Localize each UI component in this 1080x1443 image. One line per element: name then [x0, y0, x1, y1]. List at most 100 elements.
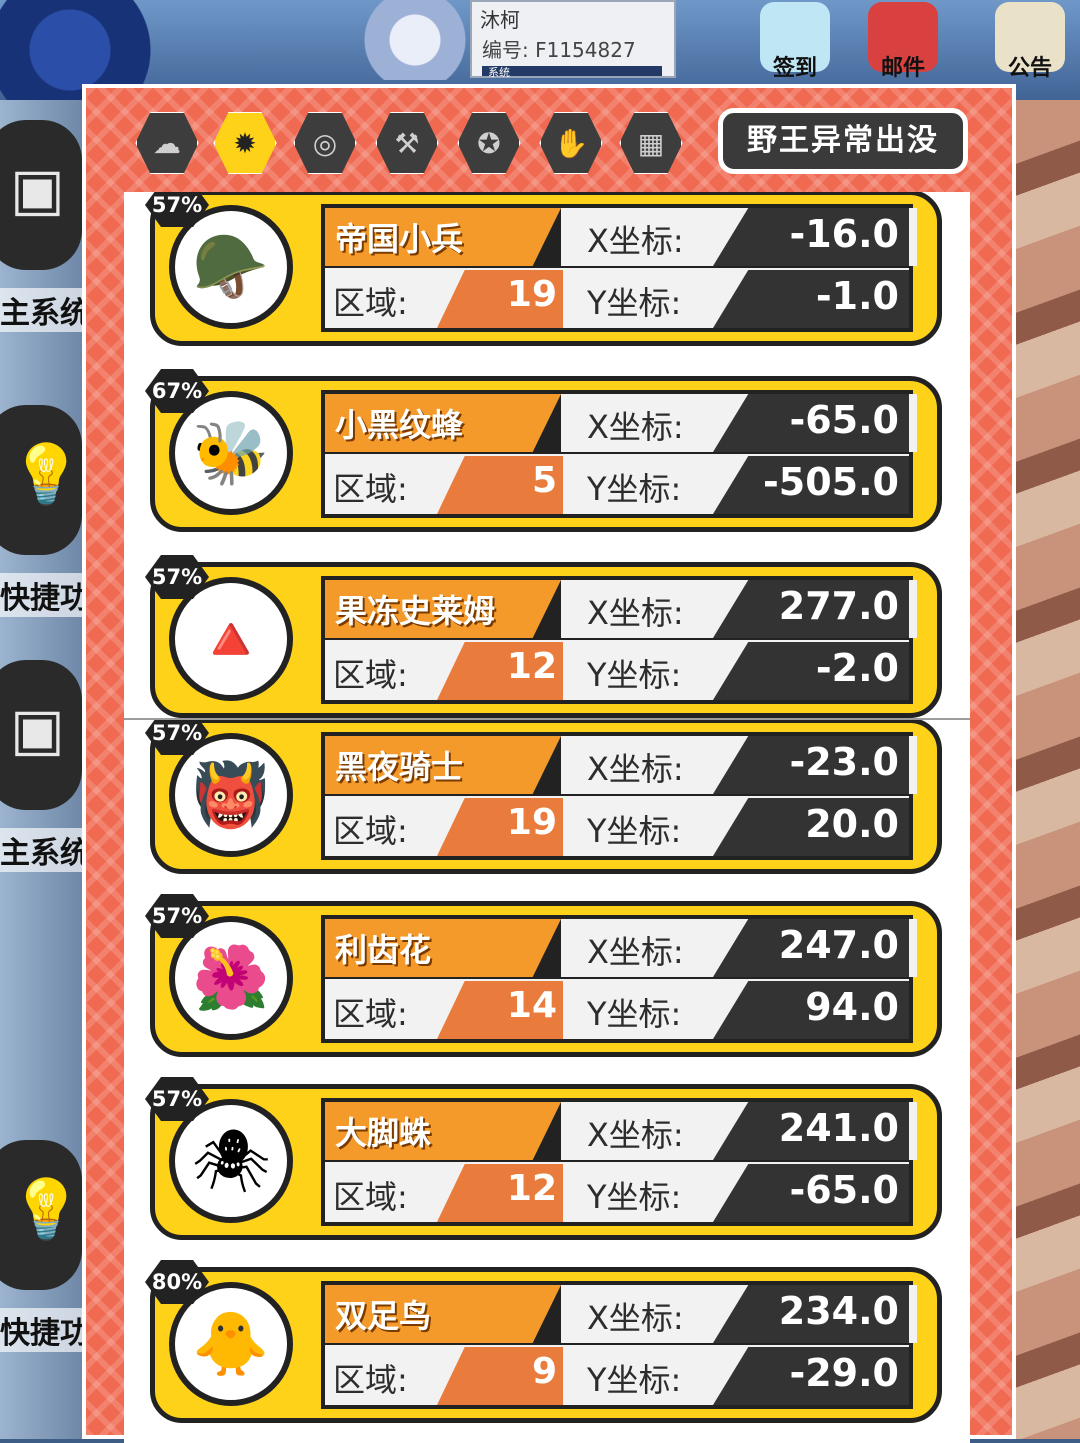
- monster-list-top[interactable]: 🪖 57% 帝国小兵 X坐标: -16.0 区域: 19 Y坐标: -1.0 🐝…: [124, 192, 970, 721]
- y-coordinate: -29.0: [789, 1351, 899, 1395]
- x-label: X坐标:: [587, 1116, 684, 1154]
- monster-name: 小黑纹蜂: [335, 406, 464, 444]
- tab-coins[interactable]: ◎: [293, 111, 357, 175]
- x-label: X坐标:: [587, 222, 684, 260]
- monster-card[interactable]: 🔺 57% 果冻史莱姆 X坐标: 277.0 区域: 12 Y坐标: -2.0: [145, 555, 942, 718]
- lightbulb-icon: 💡: [10, 1175, 83, 1243]
- grid-icon: ▦: [637, 126, 665, 160]
- y-label: Y坐标:: [587, 284, 682, 322]
- flame-burst-icon: ✹: [233, 126, 257, 160]
- tab-wild-boss[interactable]: ✹: [213, 111, 277, 175]
- zone-number: 19: [506, 802, 557, 843]
- monster-info: 利齿花 X坐标: 247.0 区域: 14 Y坐标: 94.0: [321, 915, 917, 1043]
- monster-card[interactable]: 🐝 67% 小黑纹蜂 X坐标: -65.0 区域: 5 Y坐标: -505.0: [145, 369, 942, 532]
- x-coordinate: -16.0: [789, 212, 899, 256]
- y-label: Y坐标:: [587, 656, 682, 694]
- y-coordinate: 94.0: [805, 985, 899, 1029]
- x-coordinate: 234.0: [778, 1289, 899, 1333]
- zone-label: 区域:: [333, 1361, 408, 1399]
- y-coordinate: -2.0: [815, 646, 899, 690]
- tab-hammer[interactable]: ⚒: [375, 111, 439, 175]
- y-label: Y坐标:: [587, 812, 682, 850]
- zone-label: 区域:: [333, 995, 408, 1033]
- soldier-icon: 🪖: [192, 230, 270, 303]
- zone-number: 12: [506, 1168, 557, 1209]
- zone-label: 区域:: [333, 1178, 408, 1216]
- lightbulb-icon: 💡: [10, 440, 83, 508]
- x-label: X坐标:: [587, 1299, 684, 1337]
- knight-icon: 👹: [192, 758, 270, 831]
- monster-card[interactable]: 🌺 57% 利齿花 X坐标: 247.0 区域: 14 Y坐标: 94.0: [145, 894, 942, 1057]
- checkin-button[interactable]: 签到: [750, 2, 840, 82]
- shortcut-button-2[interactable]: 💡 快捷功能: [0, 1140, 83, 1352]
- y-label: Y坐标:: [587, 1361, 682, 1399]
- monster-card[interactable]: 🐥 80% 双足鸟 X坐标: 234.0 区域: 9 Y坐标: -29.0: [145, 1260, 942, 1423]
- shortcut-button[interactable]: 💡 快捷功能: [0, 405, 83, 617]
- zone-label: 区域:: [333, 812, 408, 850]
- tab-fire[interactable]: ☁: [135, 111, 199, 175]
- badge-icon: ✪: [477, 126, 501, 160]
- fire-icon: ☁: [153, 126, 181, 160]
- zone-label: 区域:: [333, 470, 408, 508]
- tab-hand[interactable]: ✋: [539, 111, 603, 175]
- monster-name: 果冻史莱姆: [335, 592, 496, 630]
- monster-name: 黑夜骑士: [335, 748, 464, 786]
- y-label: Y坐标:: [587, 995, 682, 1033]
- player-avatar: [355, 0, 475, 80]
- hand-icon: ✋: [553, 126, 589, 160]
- zone-number: 9: [531, 1351, 557, 1392]
- x-coordinate: -65.0: [789, 398, 899, 442]
- slime-icon: 🔺: [192, 602, 270, 675]
- profile-card[interactable]: 沐柯 编号: F1154827 系统: [470, 0, 676, 79]
- monster-card[interactable]: 👹 57% 黑夜骑士 X坐标: -23.0 区域: 19 Y坐标: 20.0: [145, 720, 942, 874]
- x-label: X坐标:: [587, 933, 684, 971]
- monster-card[interactable]: 🪖 57% 帝国小兵 X坐标: -16.0 区域: 19 Y坐标: -1.0: [145, 192, 942, 346]
- x-label: X坐标:: [587, 750, 684, 788]
- monster-info: 帝国小兵 X坐标: -16.0 区域: 19 Y坐标: -1.0: [321, 204, 917, 332]
- flower-icon: 🌺: [192, 941, 270, 1014]
- monster-info: 黑夜骑士 X坐标: -23.0 区域: 19 Y坐标: 20.0: [321, 732, 917, 860]
- monster-name: 利齿花: [335, 931, 432, 969]
- x-label: X坐标:: [587, 594, 684, 632]
- window-icon: ▣: [10, 155, 65, 223]
- main-system-button[interactable]: ▣ 主系统: [0, 120, 82, 332]
- monster-name: 帝国小兵: [335, 220, 464, 258]
- profile-id: 编号: F1154827: [482, 38, 636, 62]
- zone-number: 14: [506, 985, 557, 1026]
- x-coordinate: 247.0: [778, 923, 899, 967]
- x-label: X坐标:: [587, 408, 684, 446]
- monster-info: 果冻史莱姆 X坐标: 277.0 区域: 12 Y坐标: -2.0: [321, 576, 917, 704]
- monster-info: 双足鸟 X坐标: 234.0 区域: 9 Y坐标: -29.0: [321, 1281, 917, 1409]
- mail-button[interactable]: 邮件: [858, 2, 948, 82]
- zone-label: 区域:: [333, 656, 408, 694]
- bee-icon: 🐝: [192, 416, 270, 489]
- monster-list-bottom[interactable]: 👹 57% 黑夜骑士 X坐标: -23.0 区域: 19 Y坐标: 20.0 🌺…: [124, 720, 970, 1443]
- zone-number: 19: [506, 274, 557, 315]
- right-background-art: [1016, 100, 1080, 1439]
- spider-icon: 🕷: [191, 1124, 271, 1197]
- y-label: Y坐标:: [587, 1178, 682, 1216]
- monster-card[interactable]: 🕷 57% 大脚蛛 X坐标: 241.0 区域: 12 Y坐标: -65.0: [145, 1077, 942, 1240]
- main-system-button-2[interactable]: ▣ 主系统: [0, 660, 82, 872]
- notice-button[interactable]: 公告: [985, 2, 1075, 82]
- monster-name: 双足鸟: [335, 1297, 432, 1335]
- coins-icon: ◎: [312, 126, 338, 160]
- wild-boss-title-button[interactable]: 野王异常出没: [718, 108, 968, 174]
- category-tabs: ☁ ✹ ◎ ⚒ ✪ ✋ ▦: [134, 110, 774, 180]
- monster-info: 大脚蛛 X坐标: 241.0 区域: 12 Y坐标: -65.0: [321, 1098, 917, 1226]
- y-coordinate: -1.0: [815, 274, 899, 318]
- x-coordinate: 277.0: [778, 584, 899, 628]
- bird-icon: 🐥: [192, 1307, 270, 1380]
- monster-info: 小黑纹蜂 X坐标: -65.0 区域: 5 Y坐标: -505.0: [321, 390, 917, 518]
- tab-grid[interactable]: ▦: [619, 111, 683, 175]
- window-icon: ▣: [10, 695, 65, 763]
- zone-label: 区域:: [333, 284, 408, 322]
- y-coordinate: 20.0: [805, 802, 899, 846]
- x-coordinate: -23.0: [789, 740, 899, 784]
- x-coordinate: 241.0: [778, 1106, 899, 1150]
- y-coordinate: -65.0: [789, 1168, 899, 1212]
- tab-badge[interactable]: ✪: [457, 111, 521, 175]
- zone-number: 5: [531, 460, 557, 501]
- monster-name: 大脚蛛: [335, 1114, 432, 1152]
- y-label: Y坐标:: [587, 470, 682, 508]
